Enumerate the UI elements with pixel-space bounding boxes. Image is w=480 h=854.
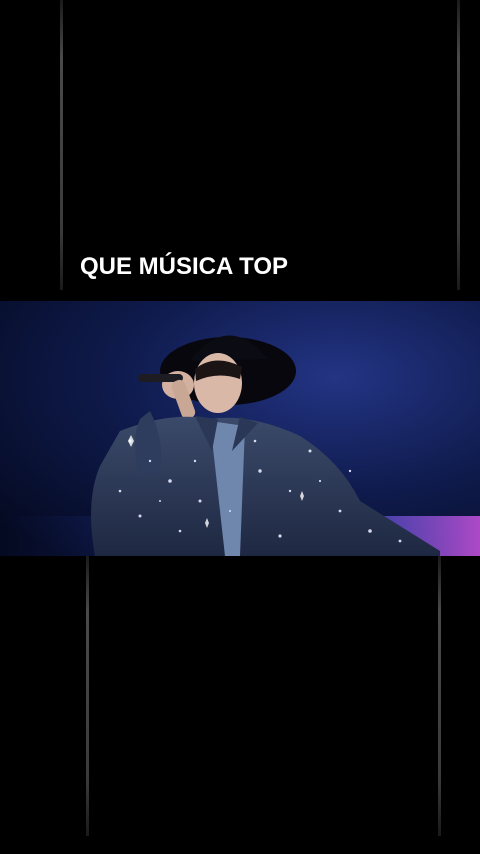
edge-line xyxy=(438,556,441,836)
edge-line xyxy=(60,0,63,290)
performer-illustration xyxy=(0,301,480,556)
caption-text: QUE MÚSICA TOP xyxy=(80,253,289,280)
performer-photo xyxy=(0,301,480,556)
edge-line xyxy=(457,0,460,290)
edge-line xyxy=(86,556,89,836)
video-frame: QUE MÚSICA TOP xyxy=(0,0,480,854)
